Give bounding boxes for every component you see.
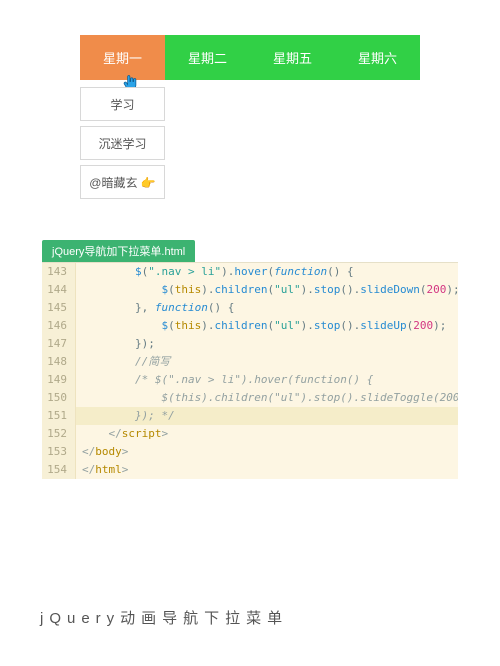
- nav-tab-tuesday[interactable]: 星期二: [165, 35, 250, 80]
- nav-tab-monday[interactable]: 星期一 学习 沉迷学习 @暗藏玄 👉: [80, 35, 165, 80]
- code-line: 147 });: [42, 335, 458, 353]
- code-content: </body>: [76, 443, 128, 461]
- line-number: 153: [42, 443, 76, 461]
- code-editor: jQuery导航加下拉菜单.html 143 $(".nav > li").ho…: [42, 240, 458, 479]
- line-number: 151: [42, 407, 76, 425]
- code-line: 146 $(this).children("ul").stop().slideU…: [42, 317, 458, 335]
- line-number: 154: [42, 461, 76, 479]
- nav-tab-label: 星期六: [358, 48, 397, 67]
- code-line: 153</body>: [42, 443, 458, 461]
- nav-tab-label: 星期二: [188, 48, 227, 67]
- code-content: $(this).children("ul").stop().slideDown(…: [76, 281, 458, 299]
- code-content: //简写: [76, 353, 170, 371]
- nav-tab-friday[interactable]: 星期五: [250, 35, 335, 80]
- dropdown-item-label: 学习: [110, 96, 134, 113]
- code-line: 144 $(this).children("ul").stop().slideD…: [42, 281, 458, 299]
- dropdown-item[interactable]: @暗藏玄 👉: [80, 165, 165, 199]
- code-content: }, function() {: [76, 299, 234, 317]
- dropdown-item[interactable]: 学习: [80, 87, 165, 121]
- code-content: $(this).children("ul").stop().slideUp(20…: [76, 317, 446, 335]
- nav-tab-label: 星期一: [103, 48, 142, 67]
- line-number: 147: [42, 335, 76, 353]
- line-number: 146: [42, 317, 76, 335]
- nav-bar: 星期一 学习 沉迷学习 @暗藏玄 👉 星期二 星期五 星期六: [80, 35, 420, 80]
- caption-text: jQuery动画导航下拉菜单: [40, 610, 288, 627]
- line-number: 143: [42, 263, 76, 281]
- line-number: 149: [42, 371, 76, 389]
- line-number: 145: [42, 299, 76, 317]
- code-content: $(this).children("ul").stop().slideToggl…: [76, 389, 458, 407]
- dropdown-item-label: @暗藏玄 👉: [89, 174, 155, 191]
- nav-dropdown: 学习 沉迷学习 @暗藏玄 👉: [80, 82, 165, 199]
- nav-demo: 星期一 学习 沉迷学习 @暗藏玄 👉 星期二 星期五 星期六: [0, 0, 500, 240]
- code-line: 154</html>: [42, 461, 458, 479]
- code-content: </script>: [76, 425, 168, 443]
- code-line: 151 }); */: [42, 407, 458, 425]
- code-content: /* $(".nav > li").hover(function() {: [76, 371, 373, 389]
- nav-tab-saturday[interactable]: 星期六: [335, 35, 420, 80]
- code-line: 149 /* $(".nav > li").hover(function() {: [42, 371, 458, 389]
- nav-tab-label: 星期五: [273, 48, 312, 67]
- code-content: $(".nav > li").hover(function() {: [76, 263, 354, 281]
- line-number: 150: [42, 389, 76, 407]
- line-number: 148: [42, 353, 76, 371]
- code-line: 150 $(this).children("ul").stop().slideT…: [42, 389, 458, 407]
- editor-file-tab[interactable]: jQuery导航加下拉菜单.html: [42, 240, 195, 262]
- line-number: 144: [42, 281, 76, 299]
- dropdown-item-label: 沉迷学习: [98, 135, 146, 152]
- code-line: 145 }, function() {: [42, 299, 458, 317]
- code-line: 143 $(".nav > li").hover(function() {: [42, 263, 458, 281]
- code-content: </html>: [76, 461, 128, 479]
- code-content: });: [76, 335, 155, 353]
- code-line: 152 </script>: [42, 425, 458, 443]
- dropdown-item[interactable]: 沉迷学习: [80, 126, 165, 160]
- code-area[interactable]: 143 $(".nav > li").hover(function() {144…: [42, 262, 458, 479]
- line-number: 152: [42, 425, 76, 443]
- code-content: }); */: [76, 407, 175, 425]
- image-caption: jQuery动画导航下拉菜单: [40, 607, 288, 628]
- code-line: 148 //简写: [42, 353, 458, 371]
- editor-file-tab-label: jQuery导航加下拉菜单.html: [52, 246, 185, 258]
